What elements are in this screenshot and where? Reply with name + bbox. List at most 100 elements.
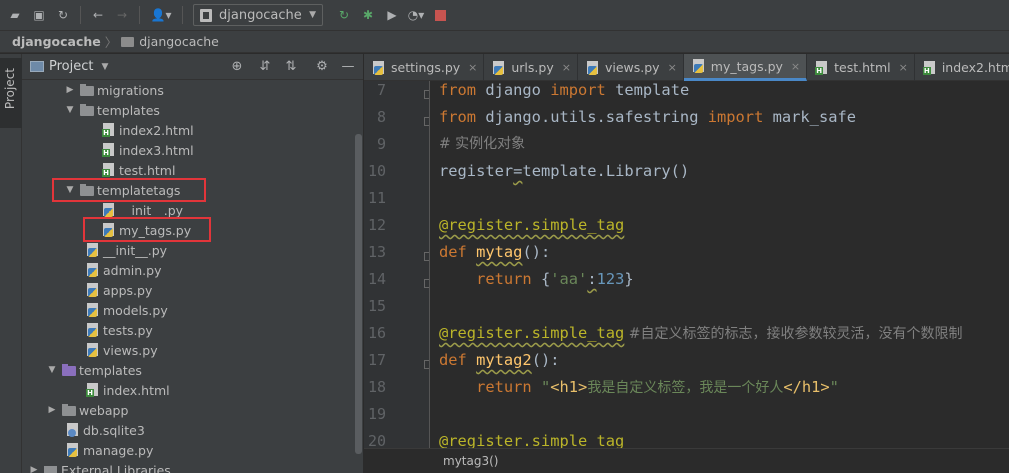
tab-test-html[interactable]: test.html × [807, 54, 915, 81]
folder-icon [62, 403, 76, 417]
locate-file-icon[interactable]: ⊕ [229, 59, 245, 75]
line-number-gutter[interactable]: 7 8 9 10 11 12 13 14 15 16 17 18 19 20 [364, 81, 430, 448]
fold-marker-icon[interactable] [424, 252, 429, 261]
highlight-box-templatetags [52, 178, 206, 202]
tab-label: settings.py [391, 60, 461, 75]
python-file-icon [86, 263, 100, 277]
tree-item-init-py[interactable]: __init__.py [86, 240, 167, 260]
keyword: import [707, 108, 764, 126]
chevron-right-icon[interactable]: ▶ [64, 85, 76, 95]
tree-item-views-py[interactable]: views.py [86, 340, 158, 360]
debug-icon[interactable]: ✱ [359, 6, 377, 24]
fold-marker-icon[interactable] [424, 279, 429, 288]
run-icon[interactable]: ↻ [335, 6, 353, 24]
save-icon[interactable]: ▣ [30, 6, 48, 24]
tab-settings-py[interactable]: settings.py × [364, 54, 485, 81]
profile-icon[interactable]: ◔▾ [407, 6, 425, 24]
close-icon[interactable]: × [791, 60, 800, 73]
hide-panel-icon[interactable]: — [340, 59, 356, 75]
tree-item-migrations[interactable]: ▶ migrations [64, 80, 164, 100]
line-number: 16 [367, 324, 386, 342]
tree-item-models-py[interactable]: models.py [86, 300, 168, 320]
project-panel-title[interactable]: Project [49, 59, 93, 74]
tab-index2-html[interactable]: index2.html× [915, 54, 1009, 81]
close-icon[interactable]: × [562, 61, 571, 74]
tree-item-admin-py[interactable]: admin.py [86, 260, 161, 280]
keyword: from [439, 108, 477, 126]
chevron-down-icon[interactable]: ▼ [64, 105, 76, 115]
toolbar-divider [182, 6, 183, 24]
fold-marker-icon[interactable] [424, 117, 429, 126]
back-icon[interactable]: ← [89, 6, 107, 24]
code-breadcrumb[interactable]: mytag3() [443, 454, 498, 468]
line-number: 13 [367, 243, 386, 261]
chevron-down-icon[interactable]: ▼ [101, 62, 108, 72]
tree-item-label: templates [79, 362, 142, 378]
code-line-7: from django import template [439, 81, 689, 104]
function-name: mytag [476, 243, 523, 261]
variable: register [439, 162, 514, 180]
tree-item-label: index.html [103, 382, 170, 398]
tree-item-webapp[interactable]: ▶ webapp [46, 400, 129, 420]
breadcrumb-folder[interactable]: djangocache [139, 34, 219, 49]
tree-item-index2-html[interactable]: index2.html [102, 120, 194, 140]
tab-label: index2.html [941, 60, 1009, 75]
project-scrollbar[interactable] [355, 134, 362, 454]
code-line-12: @register.simple_tag [439, 216, 625, 234]
tree-item-index-html[interactable]: index.html [86, 380, 170, 400]
code-line-18: return "<h1>我是自定义标签，我是一个好人</h1>" [439, 374, 839, 401]
tool-window-stripe: Project [0, 54, 22, 473]
code-line-10: register=template.Library() [439, 158, 689, 185]
gear-icon[interactable]: ⚙ [314, 59, 330, 75]
keyword: return [476, 378, 532, 396]
fold-marker-icon[interactable] [424, 90, 429, 99]
line-number: 10 [367, 162, 386, 180]
line-number: 7 [376, 81, 386, 99]
code-line-9: # 实例化对象 [439, 136, 526, 152]
sync-icon[interactable]: ↻ [54, 6, 72, 24]
line-number: 18 [367, 378, 386, 396]
run-configuration-select[interactable]: djangocache ▼ [193, 4, 323, 26]
string-quote: " [829, 378, 839, 396]
tree-item-label: migrations [97, 82, 164, 98]
code-line-17: def mytag2(): [439, 347, 560, 374]
tab-urls-py[interactable]: urls.py × [484, 54, 578, 81]
tree-item-test-html[interactable]: test.html [102, 160, 175, 180]
tree-item-index3-html[interactable]: index3.html [102, 140, 194, 160]
tab-my-tags-py[interactable]: my_tags.py × [683, 54, 808, 81]
close-icon[interactable]: × [468, 61, 477, 74]
tab-views-py[interactable]: views.py × [578, 54, 684, 81]
chevron-right-icon[interactable]: ▶ [28, 465, 40, 473]
string-literal: 'aa' [550, 270, 588, 288]
chevron-right-icon[interactable]: ▶ [46, 405, 58, 415]
coverage-icon[interactable]: ▶ [383, 6, 401, 24]
tree-item-root-templates[interactable]: ▼ templates [46, 360, 142, 380]
code-editor[interactable]: from django import template from django.… [431, 81, 1009, 448]
collapse-all-icon[interactable]: ⇅ [283, 59, 299, 75]
project-tool-tab[interactable]: Project [0, 58, 22, 128]
tree-item-label: index3.html [119, 142, 194, 158]
tree-item-db-sqlite3[interactable]: db.sqlite3 [66, 420, 145, 440]
fold-marker-icon[interactable] [424, 360, 429, 369]
tree-item-templates[interactable]: ▼ templates [64, 100, 160, 120]
expand-all-icon[interactable]: ⇵ [257, 59, 273, 75]
stop-icon[interactable] [431, 6, 449, 24]
tree-item-apps-py[interactable]: apps.py [86, 280, 152, 300]
tree-item-external-libraries[interactable]: ▶ External Libraries [28, 460, 171, 473]
vcs-icon[interactable]: 👤▾ [148, 6, 174, 24]
python-file-icon [86, 303, 100, 317]
python-file-icon [86, 243, 100, 257]
run-config-label: djangocache [219, 7, 302, 23]
chevron-down-icon: ▼ [309, 10, 316, 20]
tree-item-tests-py[interactable]: tests.py [86, 320, 153, 340]
breadcrumb-project[interactable]: djangocache [12, 34, 101, 49]
code-line-20: @register.simple_tag [439, 432, 625, 448]
tree-item-manage-py[interactable]: manage.py [66, 440, 153, 460]
close-icon[interactable]: × [668, 61, 677, 74]
forward-icon[interactable]: → [113, 6, 131, 24]
open-folder-icon[interactable]: ▰ [6, 6, 24, 24]
close-icon[interactable]: × [899, 61, 908, 74]
chevron-down-icon[interactable]: ▼ [46, 365, 58, 375]
